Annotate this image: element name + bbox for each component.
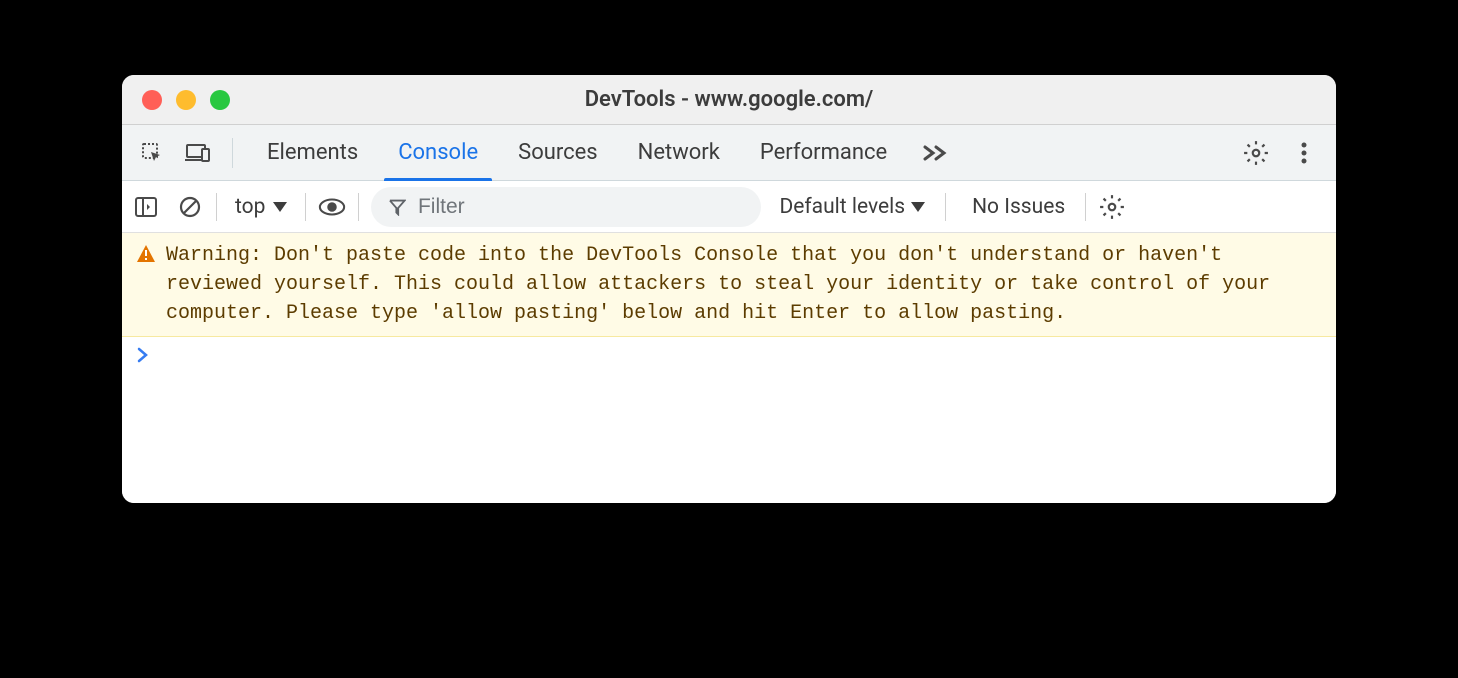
tab-network[interactable]: Network [618, 125, 740, 180]
console-body: Warning: Don't paste code into the DevTo… [122, 233, 1336, 503]
tab-elements[interactable]: Elements [247, 125, 378, 180]
device-toolbar-icon[interactable] [184, 139, 212, 167]
console-settings-icon[interactable] [1098, 193, 1126, 221]
divider [1085, 193, 1086, 221]
divider [358, 193, 359, 221]
maximize-button[interactable] [210, 90, 230, 110]
divider [305, 193, 306, 221]
devtools-window: DevTools - www.google.com/ Elements Con [122, 75, 1336, 503]
prompt-chevron-icon [136, 347, 150, 363]
divider [216, 193, 217, 221]
window-title: DevTools - www.google.com/ [122, 87, 1336, 112]
context-selector[interactable]: top [229, 195, 293, 219]
console-prompt[interactable] [122, 337, 1336, 373]
tab-performance[interactable]: Performance [740, 125, 907, 180]
minimize-button[interactable] [176, 90, 196, 110]
tab-sources[interactable]: Sources [498, 125, 618, 180]
tab-console[interactable]: Console [378, 125, 498, 180]
kebab-menu-icon[interactable] [1290, 139, 1318, 167]
filter-icon [389, 198, 406, 216]
console-toolbar: top Default levels No Issues [122, 181, 1336, 233]
titlebar: DevTools - www.google.com/ [122, 75, 1336, 125]
chevron-down-icon [273, 202, 287, 212]
divider [945, 193, 946, 221]
live-expression-icon[interactable] [318, 193, 346, 221]
log-levels-label: Default levels [779, 195, 905, 219]
traffic-lights [142, 90, 230, 110]
main-tabs-bar: Elements Console Sources Network Perform… [122, 125, 1336, 181]
filter-box[interactable] [371, 187, 761, 227]
issues-label[interactable]: No Issues [972, 195, 1065, 219]
log-levels-selector[interactable]: Default levels [779, 195, 925, 219]
warning-icon [136, 244, 156, 264]
close-button[interactable] [142, 90, 162, 110]
filter-input[interactable] [418, 195, 743, 219]
warning-text: Warning: Don't paste code into the DevTo… [166, 241, 1322, 328]
tabs: Elements Console Sources Network Perform… [247, 125, 963, 180]
warning-message-row: Warning: Don't paste code into the DevTo… [122, 233, 1336, 337]
context-label: top [235, 195, 265, 219]
settings-icon[interactable] [1242, 139, 1270, 167]
more-tabs-icon[interactable] [907, 143, 963, 163]
divider [232, 138, 233, 168]
chevron-down-icon [911, 202, 925, 212]
clear-console-icon[interactable] [176, 193, 204, 221]
toggle-sidebar-icon[interactable] [132, 193, 160, 221]
inspect-element-icon[interactable] [138, 139, 166, 167]
